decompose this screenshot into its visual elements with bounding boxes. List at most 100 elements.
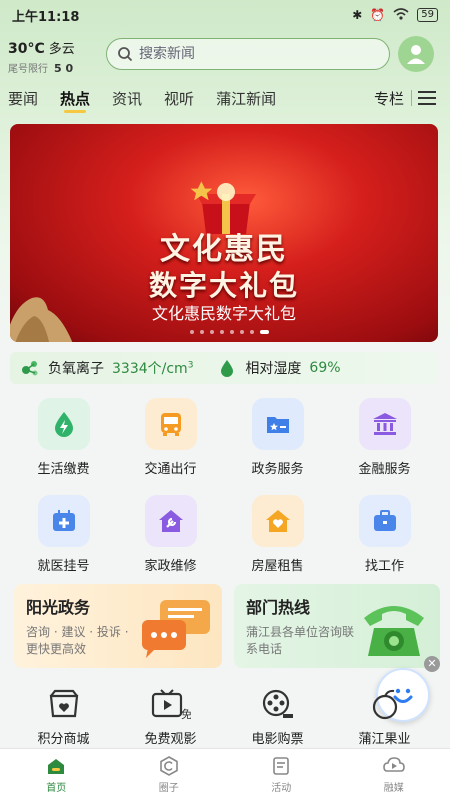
service-free-movies[interactable]: 免 免费观影 (117, 686, 224, 747)
banner-headline-2: 数字大礼包 (148, 269, 299, 302)
folder-star-icon (266, 417, 289, 433)
search-bar[interactable] (106, 38, 390, 70)
tab-menu-icon[interactable] (418, 91, 436, 105)
medical-calendar-icon (52, 510, 75, 531)
plate-label: 尾号限行 (8, 64, 48, 75)
nav-activity[interactable]: 活动 (225, 749, 338, 800)
close-icon[interactable]: ✕ (424, 656, 440, 672)
card-sunshine-government[interactable]: 阳光政务 咨询 · 建议 · 投诉 · 更快更高效 (14, 584, 222, 668)
alarm-icon: ⏰ (370, 8, 386, 22)
media-play-icon (382, 756, 405, 772)
service-hospital-registration[interactable]: 就医挂号 (10, 495, 117, 574)
nav-label: 圈子 (158, 782, 179, 794)
search-icon (118, 47, 133, 62)
service-housekeeping[interactable]: 家政维修 (117, 495, 224, 574)
service-grid: 生活缴费 交通出行 政务服务 金融服务 就医挂号 家政维修 房屋租售 找工作 (10, 398, 438, 574)
service-movie-tickets[interactable]: 电影购票 (224, 686, 331, 747)
category-tabs: 要闻 热点 资讯 视听 蒲江新闻 专栏 (0, 82, 450, 114)
nav-label: 融媒 (383, 782, 404, 794)
service-pujiang-fruit[interactable]: 蒲江果业 (331, 686, 438, 747)
tv-play-icon: 免 (151, 689, 191, 720)
status-time: 上午11:18 (12, 9, 80, 25)
service-points-mall[interactable]: 积分商城 (10, 686, 117, 747)
house-wrench-icon (158, 510, 183, 532)
nav-label: 首页 (46, 782, 67, 794)
water-drop-icon (221, 360, 234, 377)
activity-doc-icon (273, 756, 290, 775)
telephone-icon (364, 606, 424, 656)
service-label: 就医挂号 (37, 559, 90, 574)
tab-shiting[interactable]: 视听 (164, 88, 194, 109)
user-avatar[interactable] (398, 36, 434, 72)
tab-divider (411, 90, 412, 106)
service-label: 电影购票 (251, 732, 304, 747)
service-label: 家政维修 (144, 559, 197, 574)
service-label: 积分商城 (37, 732, 90, 747)
carousel-dot[interactable] (190, 330, 194, 334)
film-reel-icon (262, 689, 293, 718)
carousel-dot[interactable] (230, 330, 234, 334)
nav-circle[interactable]: 圈子 (113, 749, 226, 800)
card-subtitle: 咨询 · 建议 · 投诉 · 更快更高效 (26, 625, 129, 656)
service-transport[interactable]: 交通出行 (117, 398, 224, 477)
status-bar: 上午11:18 ✱ ⏰ 59 (0, 0, 450, 30)
banner-headline-1: 文化惠民 (160, 232, 288, 267)
banner-carousel[interactable]: 文化惠民 数字大礼包 文化惠民数字大礼包 (10, 124, 438, 342)
environment-strip: 负氧离子 3334个/cm3 相对湿度 69% (10, 352, 438, 384)
carousel-dot[interactable] (250, 330, 254, 334)
card-subtitle: 蒲江县各单位咨询联系电话 (246, 625, 355, 656)
service-label: 交通出行 (144, 462, 197, 477)
tab-redian[interactable]: 热点 (60, 88, 90, 113)
tab-zixun[interactable]: 资讯 (112, 88, 142, 109)
svg-text:免: 免 (181, 707, 191, 720)
ion-unit-sup: 3 (187, 360, 194, 371)
service-label: 找工作 (364, 559, 404, 574)
plate-restriction: 尾号限行 5 0 (8, 60, 100, 75)
nav-home[interactable]: 首页 (0, 749, 113, 800)
carousel-dot[interactable] (240, 330, 244, 334)
bluetooth-icon: ✱ (352, 8, 363, 22)
battery-icon: 59 (417, 8, 438, 22)
bottom-navigation: 首页 圈子 活动 融媒 (0, 748, 450, 800)
weather-condition: 多云 (48, 42, 75, 57)
tab-zhuanlan[interactable]: 专栏 (374, 88, 404, 109)
service-label: 政务服务 (251, 462, 304, 477)
tab-yaowen[interactable]: 要闻 (8, 88, 38, 109)
carousel-dot[interactable] (220, 330, 224, 334)
weather-widget[interactable]: 30°C 多云 尾号限行 5 0 (8, 38, 100, 75)
nav-label: 活动 (271, 782, 292, 794)
water-drop-bolt-icon (54, 412, 73, 437)
carousel-dot[interactable] (200, 330, 204, 334)
card-department-hotline[interactable]: 部门热线 蒲江县各单位咨询联系电话 (234, 584, 440, 668)
humidity-item: 相对湿度 69% (217, 358, 341, 378)
fruit-icon (372, 689, 397, 720)
service-jobs[interactable]: 找工作 (331, 495, 438, 574)
bus-icon (160, 413, 181, 436)
carousel-dot-active[interactable] (260, 330, 269, 334)
search-input[interactable] (139, 46, 339, 62)
service-living-payment[interactable]: 生活缴费 (10, 398, 117, 477)
service-label: 免费观影 (144, 732, 197, 747)
wifi-icon (393, 7, 409, 23)
carousel-dots (190, 330, 269, 334)
service-housing[interactable]: 房屋租售 (224, 495, 331, 574)
service-label: 金融服务 (358, 462, 411, 477)
house-heart-icon (265, 510, 290, 532)
ion-value: 3334个/cm (112, 361, 188, 377)
service-government[interactable]: 政务服务 (224, 398, 331, 477)
bank-icon (372, 413, 397, 435)
circle-c-icon (159, 755, 178, 776)
tab-pujiang-news[interactable]: 蒲江新闻 (216, 88, 276, 109)
service-label: 生活缴费 (37, 462, 90, 477)
rock-decoration (10, 297, 73, 342)
ion-label: 负氧离子 (48, 361, 104, 377)
negative-ion-item: 负氧离子 3334个/cm3 (20, 358, 193, 378)
service-label: 房屋租售 (251, 559, 304, 574)
carousel-dot[interactable] (210, 330, 214, 334)
briefcase-icon (373, 510, 396, 531)
chat-bubbles-icon (142, 600, 210, 658)
service-finance[interactable]: 金融服务 (331, 398, 438, 477)
plate-numbers: 5 0 (54, 62, 74, 75)
nav-media[interactable]: 融媒 (338, 749, 450, 800)
service-label: 蒲江果业 (358, 732, 411, 747)
